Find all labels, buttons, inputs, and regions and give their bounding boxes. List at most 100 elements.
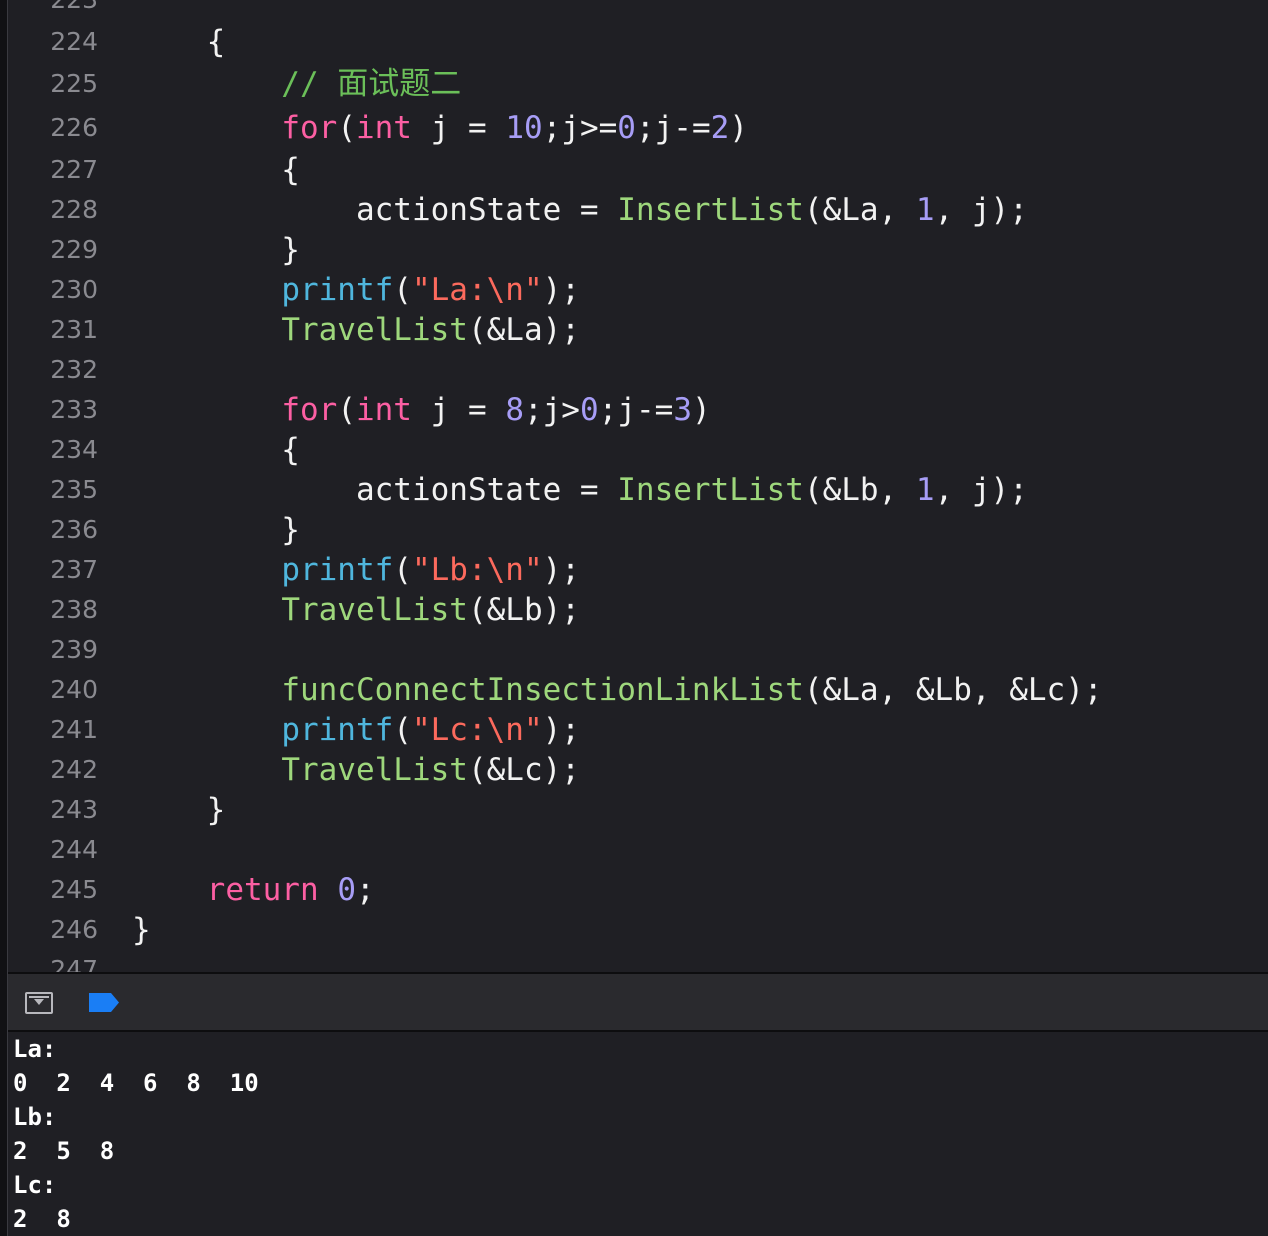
line-number: 243 [50,795,98,824]
code-token: (&Lb); [467,592,580,628]
code-token: ( [337,392,356,428]
code-line[interactable]: 237 printf("Lb:\n"); [8,550,1268,590]
code-token: { [132,24,226,60]
line-number: 241 [50,715,98,744]
code-line[interactable]: 228 actionState = InsertList(&La, 1, j); [8,190,1268,230]
line-number: 231 [50,315,98,344]
code-token: ( [393,552,412,588]
code-token: InsertList [617,192,804,228]
code-token: ; [355,872,375,908]
code-line[interactable]: 230 printf("La:\n"); [8,270,1268,310]
window-left-edge [0,0,8,1236]
line-number: 226 [50,113,98,142]
debug-bar [8,972,1268,1032]
code-text: } [132,230,300,270]
source-editor[interactable]: 223224 {225 // 面试题二226 for(int j = 10;j>… [8,0,1268,972]
code-token: printf [281,552,394,588]
code-token: actionState = [132,192,618,228]
code-token: 2 [710,110,730,146]
code-token: ( [337,110,356,146]
code-token: printf [281,712,394,748]
xcode-window: 223224 {225 // 面试题二226 for(int j = 10;j>… [0,0,1268,1236]
line-number: 237 [50,555,98,584]
line-number: 236 [50,515,98,544]
code-line[interactable]: 247 [8,950,1268,972]
code-line[interactable]: 231 TravelList(&La); [8,310,1268,350]
code-token: printf [281,272,394,308]
code-text: actionState = InsertList(&Lb, 1, j); [132,470,1028,510]
code-text: { [132,150,300,190]
code-line[interactable]: 233 for(int j = 8;j>0;j-=3) [8,390,1268,430]
console-line: Lc: [13,1171,57,1199]
code-text: printf("Lc:\n"); [132,710,580,750]
code-line[interactable]: 244 [8,830,1268,870]
line-number: 229 [50,235,98,264]
code-token: funcConnectInsectionLinkList [281,672,804,708]
code-text: { [132,430,300,470]
code-line[interactable]: 239 [8,630,1268,670]
code-token: "La:\n" [411,272,543,308]
code-line[interactable]: 235 actionState = InsertList(&Lb, 1, j); [8,470,1268,510]
line-number: 247 [50,955,98,972]
code-token: ); [542,712,580,748]
line-number: 238 [50,595,98,624]
console-line: 2 8 [13,1205,71,1233]
code-token: } [132,512,300,548]
code-token: ); [542,272,580,308]
code-text: TravelList(&Lb); [132,590,580,630]
code-text: } [132,510,300,550]
code-line[interactable]: 234 { [8,430,1268,470]
code-line[interactable]: 241 printf("Lc:\n"); [8,710,1268,750]
code-token: (&Lc); [467,752,580,788]
code-token: } [132,912,151,948]
code-text: { [132,22,226,62]
code-text: funcConnectInsectionLinkList(&La, &Lb, &… [132,670,1102,710]
code-token: // 面试题二 [132,66,462,102]
line-number: 246 [50,915,98,944]
console-line: 0 2 4 6 8 10 [13,1069,259,1097]
code-line[interactable]: 229 } [8,230,1268,270]
code-line[interactable]: 240 funcConnectInsectionLinkList(&La, &L… [8,670,1268,710]
code-token: ( [393,712,412,748]
code-line[interactable]: 243 } [8,790,1268,830]
code-line[interactable]: 238 TravelList(&Lb); [8,590,1268,630]
line-number: 225 [50,69,98,98]
code-line[interactable]: 224 { [8,22,1268,62]
code-text: } [132,790,226,830]
code-line[interactable]: 223 [8,0,1268,20]
code-token: 1 [915,472,935,508]
code-line[interactable]: 225 // 面试题二 [8,64,1268,104]
code-text: for(int j = 10;j>=0;j-=2) [132,108,748,148]
code-text: printf("La:\n"); [132,270,580,310]
code-token: 0 [337,872,356,908]
code-token: } [132,232,300,268]
code-line[interactable]: 226 for(int j = 10;j>=0;j-=2) [8,108,1268,148]
code-token: 8 [505,392,524,428]
code-token: int [355,392,412,428]
code-line[interactable]: 232 [8,350,1268,390]
code-line[interactable]: 227 { [8,150,1268,190]
code-text: for(int j = 8;j>0;j-=3) [132,390,710,430]
hide-debug-area-icon[interactable] [25,992,53,1014]
code-line[interactable]: 245 return 0; [8,870,1268,910]
code-text: // 面试题二 [132,64,461,104]
code-text: return 0; [132,870,375,910]
code-token: 1 [915,192,935,228]
code-token: ;j> [523,392,580,428]
code-line[interactable]: 236 } [8,510,1268,550]
breakpoint-icon[interactable] [89,993,119,1012]
code-line[interactable]: 246} [8,910,1268,950]
code-line[interactable]: 242 TravelList(&Lc); [8,750,1268,790]
line-number: 232 [50,355,98,384]
code-token: ) [729,110,748,146]
code-token: j = [411,392,506,428]
code-text: TravelList(&Lc); [132,750,580,790]
console-output[interactable]: La: 0 2 4 6 8 10 Lb: 2 5 8 Lc: 2 8 [8,1032,1268,1236]
